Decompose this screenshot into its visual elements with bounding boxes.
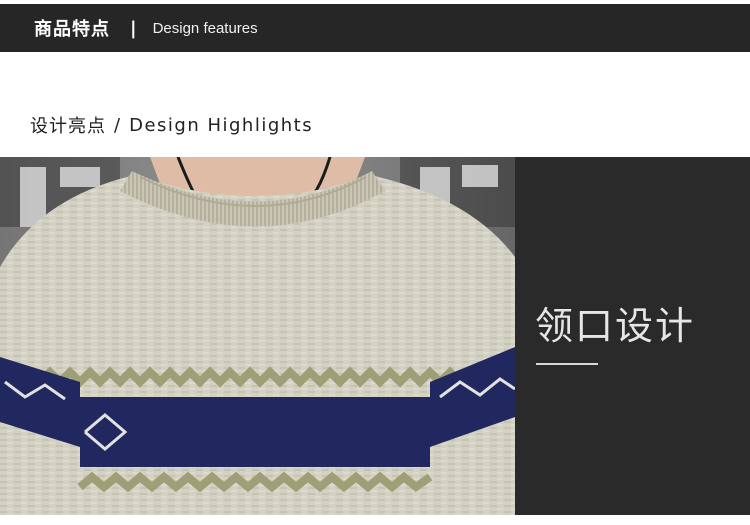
- header-bar: 商品特点 | Design features: [0, 4, 750, 52]
- section-title-en: Design Highlights: [129, 114, 314, 136]
- feature-panel: 领口设计: [515, 157, 750, 515]
- product-photo: [0, 157, 515, 515]
- section-title-slash: /: [114, 114, 122, 136]
- feature-title: 领口设计: [535, 304, 696, 348]
- section-title-cn: 设计亮点: [30, 116, 106, 137]
- sweater-neckline-photo-icon: [0, 157, 515, 515]
- header-title-cn: 商品特点: [34, 19, 110, 40]
- feature-divider: [536, 363, 598, 365]
- bottom-strip: [0, 515, 750, 525]
- section-title: 设计亮点 / Design Highlights: [30, 112, 313, 138]
- header-title-en: Design features: [152, 19, 258, 37]
- header-separator: |: [130, 17, 137, 39]
